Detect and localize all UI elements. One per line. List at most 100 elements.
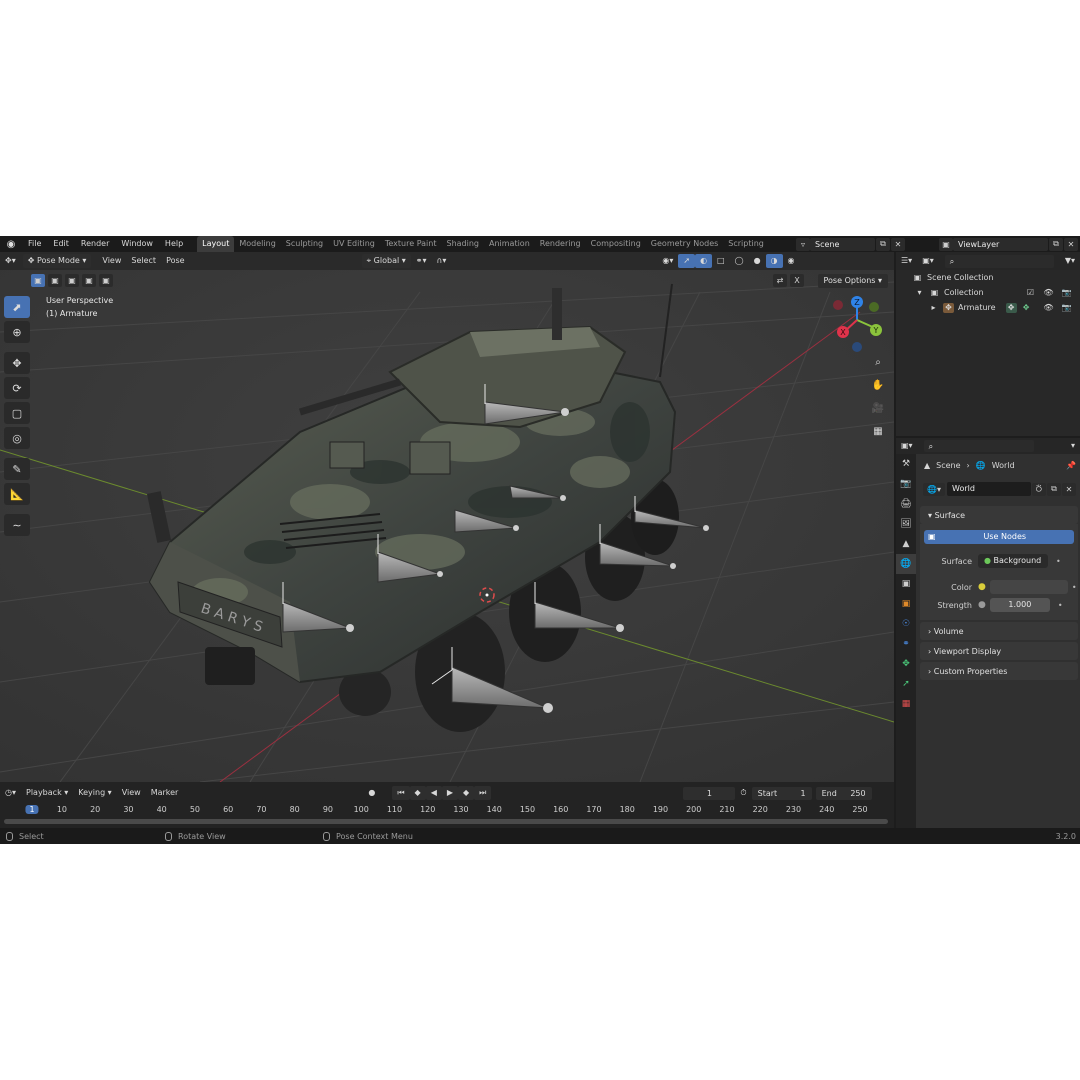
view-layer-tab-icon[interactable]: 🖼 [896, 514, 916, 534]
shading-solid-icon[interactable]: ● [749, 254, 766, 268]
object-tab-icon[interactable]: ▣ [896, 594, 916, 614]
snap-icon[interactable]: ∩▾ [431, 254, 451, 268]
bone-tab-icon[interactable]: ➚ [896, 674, 916, 694]
pose-data-icon[interactable]: ✥ [1005, 302, 1017, 313]
shading-rendered-icon[interactable]: ◉ [783, 254, 800, 268]
new-viewlayer-icon[interactable]: ⧉ [1049, 237, 1063, 251]
display-mode-icon[interactable]: ▣▾ [917, 254, 939, 268]
camera-view-icon[interactable]: 🎥 [868, 398, 888, 418]
play-reverse-icon[interactable]: ◀ [425, 786, 442, 800]
menu-timeline-view[interactable]: View [117, 786, 146, 800]
select-box-tool-icon[interactable]: ⬈ [4, 296, 30, 318]
pin-icon[interactable]: 📌 [1066, 461, 1080, 470]
tree-scene-collection[interactable]: ▣ Scene Collection [896, 270, 1080, 285]
new-scene-icon[interactable]: ⧉ [876, 237, 890, 251]
pose-breakdowner-tool-icon[interactable]: ∼ [4, 514, 30, 536]
delete-viewlayer-icon[interactable]: ✕ [1064, 237, 1078, 251]
tab-layout[interactable]: Layout [197, 236, 235, 252]
tab-animation[interactable]: Animation [484, 236, 535, 252]
measure-tool-icon[interactable]: 📐 [4, 483, 30, 505]
rotate-tool-icon[interactable]: ⟳ [4, 377, 30, 399]
menu-help[interactable]: Help [159, 236, 189, 252]
menu-playback[interactable]: Playback ▾ [21, 786, 73, 800]
pivot-point-icon[interactable]: ⚭▾ [411, 254, 432, 268]
play-icon[interactable]: ▶ [441, 786, 458, 800]
next-keyframe-icon[interactable]: ◆ [458, 786, 475, 800]
visibility-icon[interactable]: ◉▾ [657, 254, 678, 268]
menu-marker[interactable]: Marker [146, 786, 184, 800]
scene-name[interactable]: Scene [810, 237, 875, 251]
xray-toggle-icon[interactable]: □ [712, 254, 730, 268]
mirror-x-button[interactable]: X [790, 274, 804, 287]
prev-keyframe-icon[interactable]: ◆ [409, 786, 426, 800]
world-browse-icon[interactable]: 🌐▾ [923, 482, 945, 496]
timeline-scrollbar[interactable] [4, 819, 888, 824]
playhead-frame-label[interactable]: 1 [25, 805, 39, 814]
end-frame-field[interactable]: End 250 [815, 786, 872, 800]
expand-arrow-icon[interactable]: ▾ [914, 288, 925, 298]
mirror-toggle-icon[interactable]: ⇄ [773, 274, 787, 287]
tab-texture-paint[interactable]: Texture Paint [380, 236, 442, 252]
filter-icon[interactable]: ▼▾ [1060, 254, 1080, 268]
record-icon[interactable]: ● [363, 786, 380, 800]
tab-uv-editing[interactable]: UV Editing [328, 236, 380, 252]
outliner-search-input[interactable]: ⌕ [944, 254, 1054, 268]
tab-compositing[interactable]: Compositing [586, 236, 646, 252]
eye-icon[interactable]: 👁 [1043, 288, 1054, 298]
strength-keyframe-dot-icon[interactable]: • [1058, 601, 1063, 610]
strength-field[interactable]: 1.000 [989, 598, 1050, 612]
neg-x-handle[interactable] [833, 300, 843, 310]
select-subtract-icon[interactable]: ▣ [65, 274, 79, 287]
render-tab-icon[interactable]: 📷 [896, 474, 916, 494]
strength-socket-icon[interactable]: ● [978, 600, 986, 610]
gizmo-toggle-icon[interactable]: ➚ [678, 254, 696, 268]
scene-tab-icon[interactable]: ▲ [896, 534, 916, 554]
world-name-field[interactable]: World [947, 482, 1031, 496]
stopwatch-icon[interactable]: ⏱ [735, 786, 751, 800]
surface-socket-dot-icon[interactable]: • [1056, 557, 1061, 566]
properties-options-icon[interactable]: ▾ [1066, 439, 1080, 453]
tab-geometry-nodes[interactable]: Geometry Nodes [646, 236, 723, 252]
menu-file[interactable]: File [22, 236, 47, 252]
pan-hand-icon[interactable]: ✋ [868, 375, 888, 395]
viewlayer-selector[interactable]: ▣ ViewLayer ⧉ ✕ [938, 237, 1078, 251]
select-intersect-icon[interactable]: ▣ [99, 274, 113, 287]
select-extend-icon[interactable]: ▣ [48, 274, 62, 287]
physics-tab-icon[interactable]: ☉ [896, 614, 916, 634]
timeline-editor-type-icon[interactable]: ◷▾ [0, 786, 21, 800]
surface-panel-header[interactable]: ▾ Surface [920, 506, 1078, 524]
3d-viewport[interactable]: B A R Y S Z Y X ✥▾ ✥ Pose Mode ▾ View Se… [0, 252, 894, 782]
volume-panel-header[interactable]: › Volume [920, 622, 1078, 640]
use-nodes-button[interactable]: ▣ Use Nodes [924, 530, 1074, 544]
collection-tab-icon[interactable]: ▣ [896, 574, 916, 594]
scale-tool-icon[interactable]: ▢ [4, 402, 30, 424]
menu-pose[interactable]: Pose [161, 254, 190, 268]
tree-collection[interactable]: ▾ ▣ Collection ☑ 👁 📷 [896, 285, 1080, 300]
output-tab-icon[interactable]: 🖨 [896, 494, 916, 514]
menu-keying[interactable]: Keying ▾ [73, 786, 116, 800]
camera-render-icon[interactable]: 📷 [1061, 303, 1072, 313]
tab-scripting[interactable]: Scripting [723, 236, 769, 252]
shading-wireframe-icon[interactable]: ◯ [730, 254, 749, 268]
overlays-toggle-icon[interactable]: ◐ [695, 254, 713, 268]
jump-start-icon[interactable]: ⏮ [392, 786, 410, 800]
outliner-editor-type-icon[interactable]: ☰▾ [896, 254, 917, 268]
menu-select[interactable]: Select [126, 254, 161, 268]
menu-view[interactable]: View [97, 254, 126, 268]
annotate-tool-icon[interactable]: ✎ [4, 458, 30, 480]
properties-search-input[interactable]: ⌕ [923, 440, 1034, 452]
editor-type-icon[interactable]: ✥▾ [0, 254, 21, 268]
jump-end-icon[interactable]: ⏭ [474, 786, 492, 800]
select-box-mode-icon[interactable]: ▣ [31, 274, 45, 287]
constraints-tab-icon[interactable]: ⚭ [896, 634, 916, 654]
transform-orientation-dropdown[interactable]: ⌖ Global ▾ [361, 254, 411, 268]
tab-shading[interactable]: Shading [441, 236, 484, 252]
transform-tool-icon[interactable]: ◎ [4, 427, 30, 449]
tree-armature[interactable]: ▸ ✥ Armature ✥ ✥ 👁 📷 [896, 300, 1080, 315]
neg-y-handle[interactable] [869, 302, 879, 312]
current-frame-field[interactable]: 1 [683, 786, 736, 800]
timeline-ruler[interactable]: 1 10 20 30 40 50 60 70 80 90 100 110 120 130 140 150 160… [0, 803, 894, 817]
color-socket-icon[interactable]: ● [978, 582, 986, 592]
duplicate-world-icon[interactable]: ⧉ [1047, 482, 1061, 496]
shading-material-icon[interactable]: ◑ [765, 254, 783, 268]
